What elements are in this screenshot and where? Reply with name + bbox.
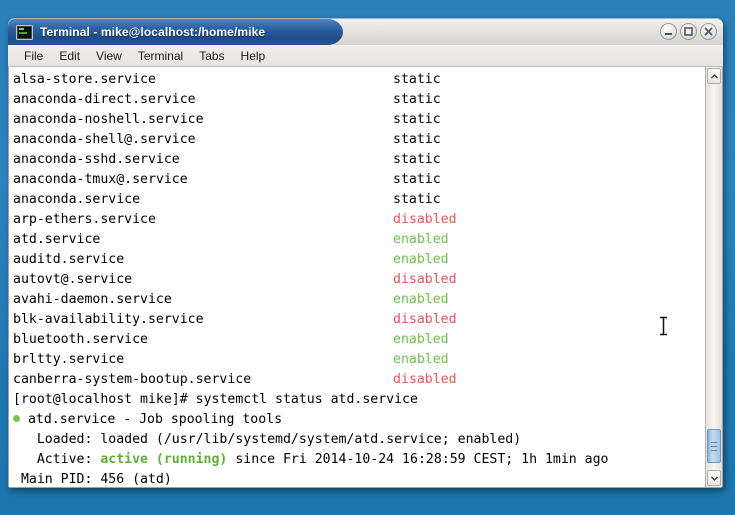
unit-file-name: anaconda-noshell.service (13, 112, 204, 127)
unit-file-state: static (393, 92, 441, 107)
unit-file-state: static (393, 192, 441, 207)
active-status-dot (13, 414, 20, 422)
terminal-icon (16, 24, 33, 40)
unit-file-name: canberra-system-bootup.service (13, 372, 252, 387)
unit-file-state: disabled (393, 372, 457, 387)
window-title: Terminal - mike@localhost:/home/mike (40, 25, 266, 39)
unit-file-row: anaconda-tmux@.service static (13, 170, 705, 190)
close-button[interactable] (700, 23, 717, 40)
chevron-down-icon (710, 476, 718, 481)
unit-file-state: enabled (393, 232, 449, 247)
menu-item-edit[interactable]: Edit (51, 47, 88, 65)
menu-item-tabs[interactable]: Tabs (191, 47, 232, 65)
unit-file-name: alsa-store.service (13, 72, 156, 87)
maximize-button[interactable] (680, 23, 697, 40)
unit-file-name: bluetooth.service (13, 332, 148, 347)
shell-prompt: [root@localhost mike]# (13, 392, 196, 407)
unit-file-state: static (393, 172, 441, 187)
unit-file-state: static (393, 112, 441, 127)
unit-file-state: enabled (393, 352, 449, 367)
title-bar-tab[interactable]: Terminal - mike@localhost:/home/mike (8, 19, 343, 45)
unit-file-row: anaconda-sshd.service static (13, 150, 705, 170)
menu-item-terminal[interactable]: Terminal (130, 47, 191, 65)
active-label: Active: (13, 452, 101, 467)
unit-file-name: anaconda-tmux@.service (13, 172, 188, 187)
loaded-label: Loaded: (13, 432, 101, 447)
active-state-value: active (running) (100, 452, 228, 467)
unit-file-row: blk-availability.service disabled (13, 310, 705, 330)
unit-file-state: static (393, 72, 441, 87)
status-unit-header: atd.service - Job spooling tools (13, 410, 705, 430)
status-loaded-line: Loaded: loaded (/usr/lib/systemd/system/… (13, 430, 705, 450)
unit-file-state: enabled (393, 292, 449, 307)
unit-file-name: auditd.service (13, 252, 125, 267)
unit-file-list: alsa-store.service static anaconda-direct.… (13, 70, 705, 390)
unit-file-row: canberra-system-bootup.service disabled (13, 370, 705, 390)
menu-item-view[interactable]: View (88, 47, 130, 65)
unit-file-row: arp-ethers.service disabled (13, 210, 705, 230)
status-mainpid-line: Main PID: 456 (atd) (13, 472, 172, 487)
unit-file-row: bluetooth.service enabled (13, 330, 705, 350)
unit-file-name: anaconda-direct.service (13, 92, 196, 107)
unit-file-row: auditd.service enabled (13, 250, 705, 270)
unit-file-state: disabled (393, 312, 457, 327)
unit-file-state: disabled (393, 212, 457, 227)
unit-file-row: anaconda-shell@.service static (13, 130, 705, 150)
unit-file-name: autovt@.service (13, 272, 133, 287)
menu-item-help[interactable]: Help (233, 47, 274, 65)
title-bar[interactable]: Terminal - mike@localhost:/home/mike (8, 18, 723, 45)
unit-file-row: atd.service enabled (13, 230, 705, 250)
scrollbar-track[interactable] (706, 85, 722, 469)
unit-file-name: brltty.service (13, 352, 125, 367)
scrollbar-thumb[interactable] (707, 429, 721, 463)
unit-file-state: disabled (393, 272, 457, 287)
unit-file-name: atd.service (13, 232, 101, 247)
menu-item-file[interactable]: File (16, 47, 51, 65)
unit-file-name: anaconda-sshd.service (13, 152, 180, 167)
unit-file-row: alsa-store.service static (13, 70, 705, 90)
unit-file-row: anaconda.service static (13, 190, 705, 210)
chevron-up-icon (710, 73, 718, 78)
window-controls (660, 23, 717, 40)
terminal-area: alsa-store.service static anaconda-direct.… (8, 67, 723, 488)
terminal-screen[interactable]: alsa-store.service static anaconda-direct.… (9, 67, 705, 487)
unit-file-name: blk-availability.service (13, 312, 204, 327)
active-since-text: since Fri 2014-10-24 16:28:59 CEST; 1h 1… (227, 452, 609, 467)
unit-file-name: anaconda-shell@.service (13, 132, 196, 147)
unit-file-name: anaconda.service (13, 192, 141, 207)
unit-file-row: avahi-daemon.service enabled (13, 290, 705, 310)
scrollbar-grip-icon (711, 442, 717, 451)
unit-file-name: arp-ethers.service (13, 212, 156, 227)
unit-file-state: static (393, 152, 441, 167)
command-line: [root@localhost mike]# systemctl status … (13, 390, 705, 410)
status-active-line: Active: active (running) since Fri 2014-… (13, 450, 705, 470)
maximize-icon (684, 27, 693, 36)
menu-bar: File Edit View Terminal Tabs Help (8, 45, 723, 67)
unit-file-row: brltty.service enabled (13, 350, 705, 370)
minimize-button[interactable] (660, 23, 677, 40)
status-unit-title: atd.service - Job spooling tools (27, 412, 283, 427)
close-icon (704, 27, 713, 36)
loaded-value: loaded (/usr/lib/systemd/system/atd.serv… (100, 432, 522, 447)
scroll-down-button[interactable] (707, 470, 721, 486)
unit-file-row: anaconda-noshell.service static (13, 110, 705, 130)
scroll-up-button[interactable] (707, 68, 721, 84)
unit-file-state: static (393, 132, 441, 147)
unit-file-state: enabled (393, 252, 449, 267)
unit-file-row: autovt@.service disabled (13, 270, 705, 290)
minimize-icon (665, 33, 672, 35)
unit-file-state: enabled (393, 332, 449, 347)
unit-file-row: anaconda-direct.service static (13, 90, 705, 110)
typed-command: systemctl status atd.service (195, 392, 418, 407)
terminal-window: Terminal - mike@localhost:/home/mike Fil… (8, 18, 723, 488)
vertical-scrollbar[interactable] (705, 67, 722, 487)
unit-file-name: avahi-daemon.service (13, 292, 172, 307)
